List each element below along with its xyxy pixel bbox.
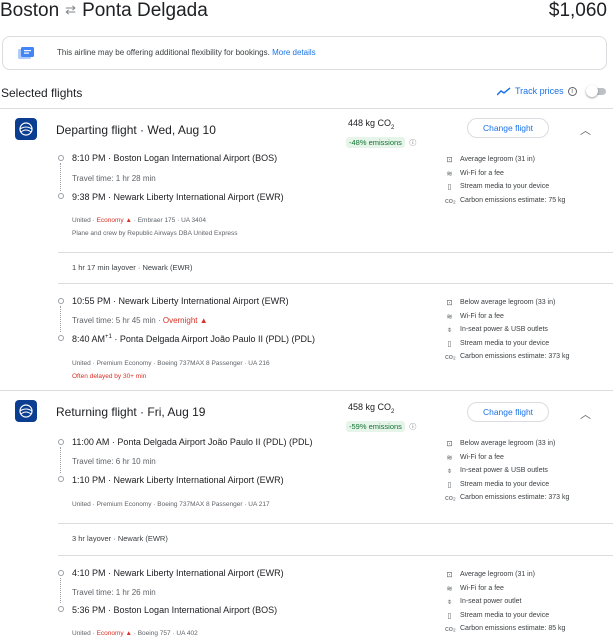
flexibility-banner: This airline may be offering additional … <box>2 36 607 70</box>
route-title: Boston ⇄ Ponta Delgada <box>0 0 208 22</box>
arrival-dot <box>58 606 64 612</box>
ticket-icon <box>18 47 34 59</box>
overnight-label: Overnight <box>162 316 198 325</box>
layover-info: 1 hr 17 min layover · Newark (EWR) <box>72 263 193 272</box>
departing-header: Departing flight · Wed, Aug 10 <box>56 123 216 137</box>
divider <box>0 390 613 391</box>
travel-time: Travel time: 6 hr 10 min <box>72 457 156 466</box>
origin-city: Boston <box>0 0 60 21</box>
united-logo <box>15 400 37 422</box>
stream-icon: ▯ <box>447 610 452 620</box>
seat-icon: ⊡ <box>446 155 453 165</box>
leg-departure: 8:10 PM · Boston Logan International Air… <box>72 153 278 163</box>
info-icon[interactable]: i <box>567 86 577 96</box>
power-icon: ⌽ <box>447 596 452 606</box>
travel-time: Travel time: 5 hr 45 min · Overnight ▲ <box>72 316 208 325</box>
banner-message: This airline may be offering additional … <box>57 48 270 57</box>
travel-time: Travel time: 1 hr 26 min <box>72 588 156 597</box>
departure-dot <box>58 570 64 576</box>
leg-arrival: 9:38 PM · Newark Liberty International A… <box>72 192 284 202</box>
divider <box>58 523 613 524</box>
divider <box>0 108 613 109</box>
destination-city: Ponta Delgada <box>82 0 208 21</box>
departure-dot <box>58 439 64 445</box>
leg-departure: 11:00 AM · Ponta Delgada Airport João Pa… <box>72 437 313 447</box>
power-icon: ⌽ <box>447 465 452 475</box>
track-prices-label: Track prices <box>515 86 564 96</box>
departure-dot <box>58 155 64 161</box>
arrival-dot <box>58 476 64 482</box>
arrival-dot <box>58 193 64 199</box>
leg-arrival: 5:36 PM · Boston Logan International Air… <box>72 605 278 615</box>
amenities-list: ⊡ Below average legroom (33 in) ≋ Wi-Fi fo… <box>445 439 570 503</box>
emissions-badge: -48% emissions <box>346 137 405 148</box>
leg-departure: 4:10 PM · Newark Liberty International A… <box>72 568 284 578</box>
warning-icon: ▲ <box>199 316 208 325</box>
flight-details: United · Economy ▲ · Boeing 757 · UA 402 <box>72 630 198 637</box>
route-line <box>60 306 61 332</box>
amenities-list: ⊡ Below average legroom (33 in) ≋ Wi-Fi fo… <box>445 298 570 362</box>
co2-icon: co₂ <box>445 352 456 362</box>
co2-icon: co₂ <box>445 624 456 634</box>
change-flight-button[interactable]: Change flight <box>467 402 549 422</box>
stream-icon: ▯ <box>447 338 452 348</box>
divider <box>58 252 613 253</box>
leg-departure: 10:55 PM · Newark Liberty International … <box>72 296 289 306</box>
travel-time: Travel time: 1 hr 28 min <box>72 174 156 183</box>
seat-icon: ⊡ <box>446 570 453 580</box>
co2-icon: co₂ <box>445 195 456 205</box>
returning-title: Returning flight <box>56 405 137 419</box>
co2-icon: co₂ <box>445 493 456 503</box>
chevron-up-icon[interactable]: ︿ <box>580 122 591 138</box>
wifi-icon: ≋ <box>446 311 453 321</box>
returning-date: Fri, Aug 19 <box>147 405 206 419</box>
returning-header: Returning flight · Fri, Aug 19 <box>56 405 206 419</box>
leg-arrival: 8:40 AM+1 · Ponta Delgada Airport João P… <box>72 334 315 344</box>
departing-date: Wed, Aug 10 <box>147 123 216 137</box>
returning-co2: 458 kg CO2 <box>348 402 395 415</box>
seat-icon: ⊡ <box>446 298 453 308</box>
delay-warning: Often delayed by 30+ min <box>72 373 147 380</box>
arrival-dot <box>58 335 64 341</box>
departure-dot <box>58 298 64 304</box>
united-logo <box>15 118 37 140</box>
track-prices-toggle[interactable] <box>586 85 608 97</box>
more-details-link[interactable]: More details <box>272 48 316 57</box>
wifi-icon: ≋ <box>446 583 453 593</box>
stream-icon: ▯ <box>447 182 452 192</box>
wifi-icon: ≋ <box>446 168 453 178</box>
divider <box>58 283 613 284</box>
route-line <box>60 447 61 473</box>
info-icon[interactable]: ⓘ <box>409 424 416 431</box>
stream-icon: ▯ <box>447 479 452 489</box>
flight-details: United · Premium Economy · Boeing 737MAX… <box>72 360 270 367</box>
leg-arrival: 1:10 PM · Newark Liberty International A… <box>72 475 284 485</box>
arrows-swap-icon: ⇄ <box>65 2 77 17</box>
departing-co2: 448 kg CO2 <box>348 118 395 131</box>
amenities-list: ⊡ Average legroom (31 in) ≋ Wi-Fi for a fe… <box>445 570 566 634</box>
info-icon[interactable]: ⓘ <box>409 140 416 147</box>
layover-info: 3 hr layover · Newark (EWR) <box>72 534 168 543</box>
amenities-list: ⊡ Average legroom (31 in) ≋ Wi-Fi for a fe… <box>445 155 566 205</box>
seat-icon: ⊡ <box>446 439 453 449</box>
divider <box>58 555 613 556</box>
flight-details: United · Economy ▲ · Embraer 175 · UA 34… <box>72 217 207 224</box>
selected-flights-title: Selected flights <box>1 86 83 100</box>
power-icon: ⌽ <box>447 324 452 334</box>
wifi-icon: ≋ <box>446 452 453 462</box>
emissions-badge: -59% emissions <box>346 421 405 432</box>
track-prices[interactable]: Track prices i <box>497 86 577 96</box>
operator-note: Plane and crew by Republic Airways DBA U… <box>72 230 238 237</box>
change-flight-button[interactable]: Change flight <box>467 118 549 138</box>
route-line <box>60 163 61 191</box>
chevron-up-icon[interactable]: ︿ <box>580 406 591 422</box>
flight-details: United · Premium Economy · Boeing 737MAX… <box>72 501 270 508</box>
departing-title: Departing flight <box>56 123 137 137</box>
route-line <box>60 578 61 603</box>
trend-icon <box>497 86 511 96</box>
total-price: $1,060 <box>548 0 607 21</box>
